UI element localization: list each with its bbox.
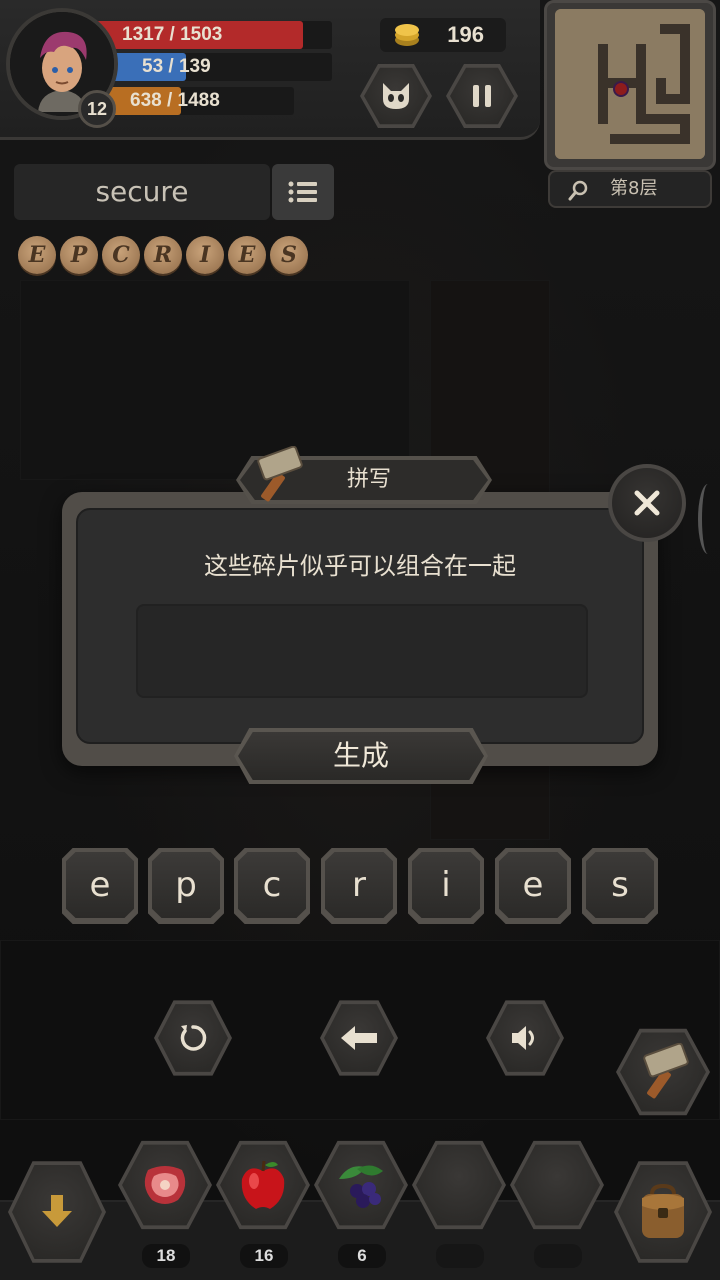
arrow-left-icon (341, 1026, 377, 1050)
letter-fragment: C (102, 236, 140, 274)
letter-fragment: R (144, 236, 182, 274)
floor-indicator[interactable]: 第8层 (548, 170, 712, 208)
close-dialog-button[interactable] (608, 464, 686, 542)
pause-button-face (450, 67, 514, 125)
mp-bar: 53 / 139 (96, 53, 332, 81)
letter-fragment: I (186, 236, 224, 274)
backpack-icon (642, 1184, 684, 1238)
hp-bar: 1317 / 1503 (96, 21, 332, 49)
gold-coins-icon (395, 24, 419, 46)
backpack-button-face (618, 1165, 708, 1259)
letter-tile-label: i (412, 852, 480, 918)
hp-text: 1317 / 1503 (122, 24, 223, 45)
pronounce-button-face (490, 1004, 560, 1072)
close-dialog-button-face (612, 468, 682, 538)
item-count: 16 (240, 1244, 288, 1268)
apple-icon (241, 1160, 285, 1209)
letter-tile-label: r (325, 852, 393, 918)
inventory-slot-4-face (416, 1144, 502, 1226)
letter-fragment: S (270, 236, 308, 274)
generate-button[interactable]: 生成 (234, 728, 488, 784)
word-list-button[interactable] (272, 164, 334, 220)
letter-tile-label: e (66, 852, 134, 918)
letter-fragment: P (60, 236, 98, 274)
item-count (534, 1244, 582, 1268)
backspace-button-face (324, 1004, 394, 1072)
minimap-view (555, 9, 705, 159)
inventory-slot-5-face (514, 1144, 600, 1226)
pet-face-icon (383, 83, 409, 109)
letter-tile-label: p (152, 852, 220, 918)
letter-tile[interactable]: i (408, 848, 484, 924)
level-badge: 12 (78, 90, 116, 128)
spelling-input[interactable] (136, 604, 588, 698)
meat-icon (144, 1166, 186, 1204)
letter-fragment: E (18, 236, 56, 274)
letter-tile-label: c (238, 852, 306, 918)
letter-tile[interactable]: p (148, 848, 224, 924)
gold-amount: 196 (447, 22, 484, 47)
spell-dialog: 这些碎片似乎可以组合在一起 (62, 492, 658, 766)
minimap[interactable] (544, 0, 716, 170)
berries-icon (339, 1165, 383, 1208)
item-count (436, 1244, 484, 1268)
inventory-slot-3-face (318, 1144, 404, 1226)
arrow-down-icon (42, 1195, 72, 1227)
target-word-panel: secure (14, 164, 270, 220)
dialog-message: 这些碎片似乎可以组合在一起 (204, 552, 516, 580)
letter-tile-label: s (586, 852, 654, 918)
xp-bar: 638 / 1488 (96, 87, 294, 115)
search-icon (568, 180, 588, 201)
mp-text: 53 / 139 (142, 56, 211, 77)
letter-tile-label: e (499, 852, 567, 918)
letter-tile[interactable]: s (582, 848, 658, 924)
inventory-slot-1-face (122, 1144, 208, 1226)
close-icon (634, 490, 660, 516)
generate-button-face: 生成 (238, 732, 484, 780)
inventory-slot-2-face (220, 1144, 306, 1226)
xp-text: 638 / 1488 (130, 90, 220, 111)
letter-fragment: E (228, 236, 266, 274)
letter-tile[interactable]: r (321, 848, 397, 924)
pet-button-face (364, 67, 428, 125)
letter-tile[interactable]: e (62, 848, 138, 924)
list-icon (288, 181, 317, 203)
reset-button-face (158, 1004, 228, 1072)
letter-tile[interactable]: e (495, 848, 571, 924)
target-word: secure (95, 175, 189, 208)
spell-hammer-button-face (620, 1032, 706, 1112)
side-panel-handle[interactable] (698, 484, 718, 554)
pause-icon (473, 85, 491, 107)
maze-map-icon (555, 9, 705, 159)
spell-dialog-body: 这些碎片似乎可以组合在一起 (76, 508, 644, 744)
descend-button-face (12, 1165, 102, 1259)
letter-tile[interactable]: c (234, 848, 310, 924)
gold-counter: 196 (380, 18, 506, 52)
hammer-icon (643, 1043, 689, 1099)
item-count: 6 (338, 1244, 386, 1268)
hammer-icon (257, 446, 303, 502)
floor-label: 第8层 (610, 178, 658, 199)
speaker-icon (512, 1026, 534, 1050)
generate-button-label: 生成 (332, 739, 389, 772)
reset-icon (180, 1025, 207, 1051)
item-count: 18 (142, 1244, 190, 1268)
